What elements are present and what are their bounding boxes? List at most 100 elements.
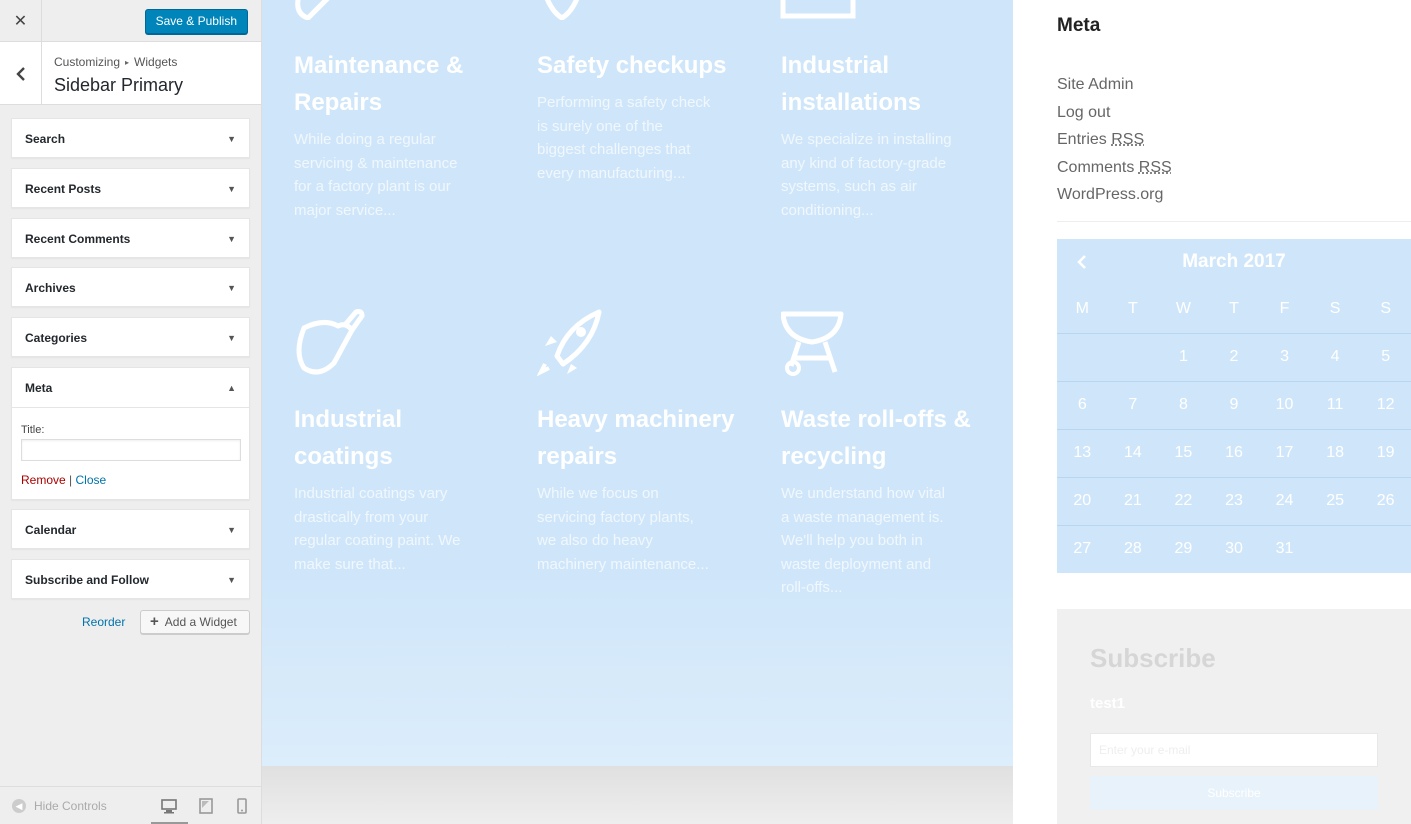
calendar-day: 9 <box>1209 381 1260 429</box>
service-card: Safety checkups Performing a safety chec… <box>537 47 747 185</box>
calendar-day <box>1310 525 1361 573</box>
calendar-day: 6 <box>1057 381 1108 429</box>
collapse-arrow-icon[interactable]: ▲ <box>227 383 236 393</box>
breadcrumb-item: Customizing <box>54 55 120 69</box>
weekday-header: S <box>1360 285 1411 333</box>
collapse-icon: ◀ <box>12 799 26 813</box>
section-title: Sidebar Primary <box>54 75 183 96</box>
title-field[interactable] <box>21 439 241 461</box>
calendar-day: 16 <box>1209 429 1260 477</box>
reorder-link[interactable]: Reorder <box>82 615 125 629</box>
email-field[interactable]: Enter your e-mail <box>1090 733 1378 767</box>
expand-arrow-icon[interactable]: ▼ <box>227 575 236 585</box>
tablet-preview-icon[interactable] <box>197 797 215 815</box>
action-separator: | <box>69 473 72 487</box>
meta-link[interactable]: Comments RSS <box>1057 154 1172 182</box>
widget-subscribe-follow[interactable]: Subscribe and Follow ▼ <box>11 559 250 599</box>
breadcrumb-separator-icon: ▸ <box>125 58 129 67</box>
calendar-week-row: 6 7 8 9 10 11 12 <box>1057 381 1411 429</box>
widget-title: Recent Posts <box>25 182 101 196</box>
weekday-header: T <box>1108 285 1159 333</box>
service-title[interactable]: Maintenance & Repairs <box>294 47 504 121</box>
expand-arrow-icon[interactable]: ▼ <box>227 234 236 244</box>
meta-link[interactable]: Site Admin <box>1057 71 1172 99</box>
calendar-day: 1 <box>1158 333 1209 381</box>
calendar-day: 22 <box>1158 477 1209 525</box>
back-icon[interactable] <box>0 42 42 105</box>
customizer-header: ✕ Save & Publish <box>0 0 261 42</box>
calendar-day: 24 <box>1259 477 1310 525</box>
service-card: Maintenance & Repairs While doing a regu… <box>294 47 504 222</box>
breadcrumb-item: Widgets <box>134 55 177 69</box>
save-publish-button[interactable]: Save & Publish <box>145 9 248 34</box>
weekday-header: W <box>1158 285 1209 333</box>
weekday-header: S <box>1310 285 1361 333</box>
expand-arrow-icon[interactable]: ▼ <box>227 283 236 293</box>
widget-categories[interactable]: Categories ▼ <box>11 317 250 357</box>
service-description: We understand how vital a waste manageme… <box>781 482 956 600</box>
calendar-day: 2 <box>1209 333 1260 381</box>
service-title[interactable]: Safety checkups <box>537 47 747 84</box>
services-section: Maintenance & Repairs While doing a regu… <box>262 0 1013 766</box>
hide-controls-button[interactable]: ◀ Hide Controls <box>12 799 107 813</box>
service-title[interactable]: Heavy machinery repairs <box>537 401 757 475</box>
service-title[interactable]: Waste roll-offs & recycling <box>781 401 996 475</box>
calendar-day: 31 <box>1259 525 1310 573</box>
close-icon[interactable]: ✕ <box>0 0 42 42</box>
calendar-day: 26 <box>1360 477 1411 525</box>
meta-link[interactable]: Entries RSS <box>1057 126 1172 154</box>
service-card: Heavy machinery repairs While we focus o… <box>537 401 757 576</box>
service-card: Industrial coatings Industrial coatings … <box>294 401 504 576</box>
meta-links-list: Site Admin Log out Entries RSS Comments … <box>1057 71 1172 209</box>
remove-link[interactable]: Remove <box>21 473 66 487</box>
section-divider <box>262 766 1013 824</box>
calendar-day: 4 <box>1310 333 1361 381</box>
subscribe-button[interactable]: Subscribe <box>1090 776 1378 810</box>
calendar-week-row: 27 28 29 30 31 <box>1057 525 1411 573</box>
expand-arrow-icon[interactable]: ▼ <box>227 333 236 343</box>
widget-title: Recent Comments <box>25 232 130 246</box>
calendar-day: 11 <box>1310 381 1361 429</box>
calendar-day: 15 <box>1158 429 1209 477</box>
calendar-day: 19 <box>1360 429 1411 477</box>
widget-archives[interactable]: Archives ▼ <box>11 267 250 307</box>
calendar-day: 17 <box>1259 429 1310 477</box>
calendar-grid: M T W T F S S 1 2 3 4 5 6 7 8 9 10 11 12 13 14 15 16 17 1… <box>1057 285 1411 573</box>
calendar-day: 12 <box>1360 381 1411 429</box>
calendar-day: 18 <box>1310 429 1361 477</box>
widget-search[interactable]: Search ▼ <box>11 118 250 158</box>
breadcrumb: Customizing ▸ Widgets <box>54 55 177 69</box>
service-description: We specialize in installing any kind of … <box>781 128 956 222</box>
service-title[interactable]: Industrial installations <box>781 47 991 121</box>
desktop-preview-icon[interactable] <box>160 797 178 815</box>
close-link[interactable]: Close <box>76 473 107 487</box>
meta-link[interactable]: Log out <box>1057 99 1172 127</box>
widget-calendar[interactable]: Calendar ▼ <box>11 509 250 549</box>
title-field-label: Title: <box>21 424 44 436</box>
calendar-day <box>1057 333 1108 381</box>
weekday-header: M <box>1057 285 1108 333</box>
widget-recent-posts[interactable]: Recent Posts ▼ <box>11 168 250 208</box>
calendar-widget: March 2017 M T W T F S S 1 2 3 4 5 6 7 8 9 10 11 12… <box>1057 239 1411 573</box>
meta-link[interactable]: WordPress.org <box>1057 181 1172 209</box>
expand-arrow-icon[interactable]: ▼ <box>227 525 236 535</box>
widget-title: Meta <box>25 381 52 395</box>
customizer-panel: ✕ Save & Publish Customizing ▸ Widgets Sid… <box>0 0 262 824</box>
weekday-header: T <box>1209 285 1260 333</box>
expand-arrow-icon[interactable]: ▼ <box>227 184 236 194</box>
customizer-footer: ◀ Hide Controls <box>0 786 261 824</box>
brush-icon <box>294 308 366 376</box>
calendar-day: 10 <box>1259 381 1310 429</box>
calendar-week-row: 20 21 22 23 24 25 26 <box>1057 477 1411 525</box>
calendar-day: 5 <box>1360 333 1411 381</box>
expand-arrow-icon[interactable]: ▼ <box>227 134 236 144</box>
site-sidebar: Meta Site Admin Log out Entries RSS Comm… <box>1057 0 1411 824</box>
calendar-day: 14 <box>1108 429 1159 477</box>
service-card: Industrial installations We specialize i… <box>781 47 991 222</box>
add-widget-button[interactable]: + Add a Widget <box>140 610 250 634</box>
widget-title: Categories <box>25 331 87 345</box>
mobile-preview-icon[interactable] <box>233 797 251 815</box>
widget-meta-header[interactable]: Meta ▲ <box>12 368 249 408</box>
service-title[interactable]: Industrial coatings <box>294 401 504 475</box>
widget-recent-comments[interactable]: Recent Comments ▼ <box>11 218 250 258</box>
